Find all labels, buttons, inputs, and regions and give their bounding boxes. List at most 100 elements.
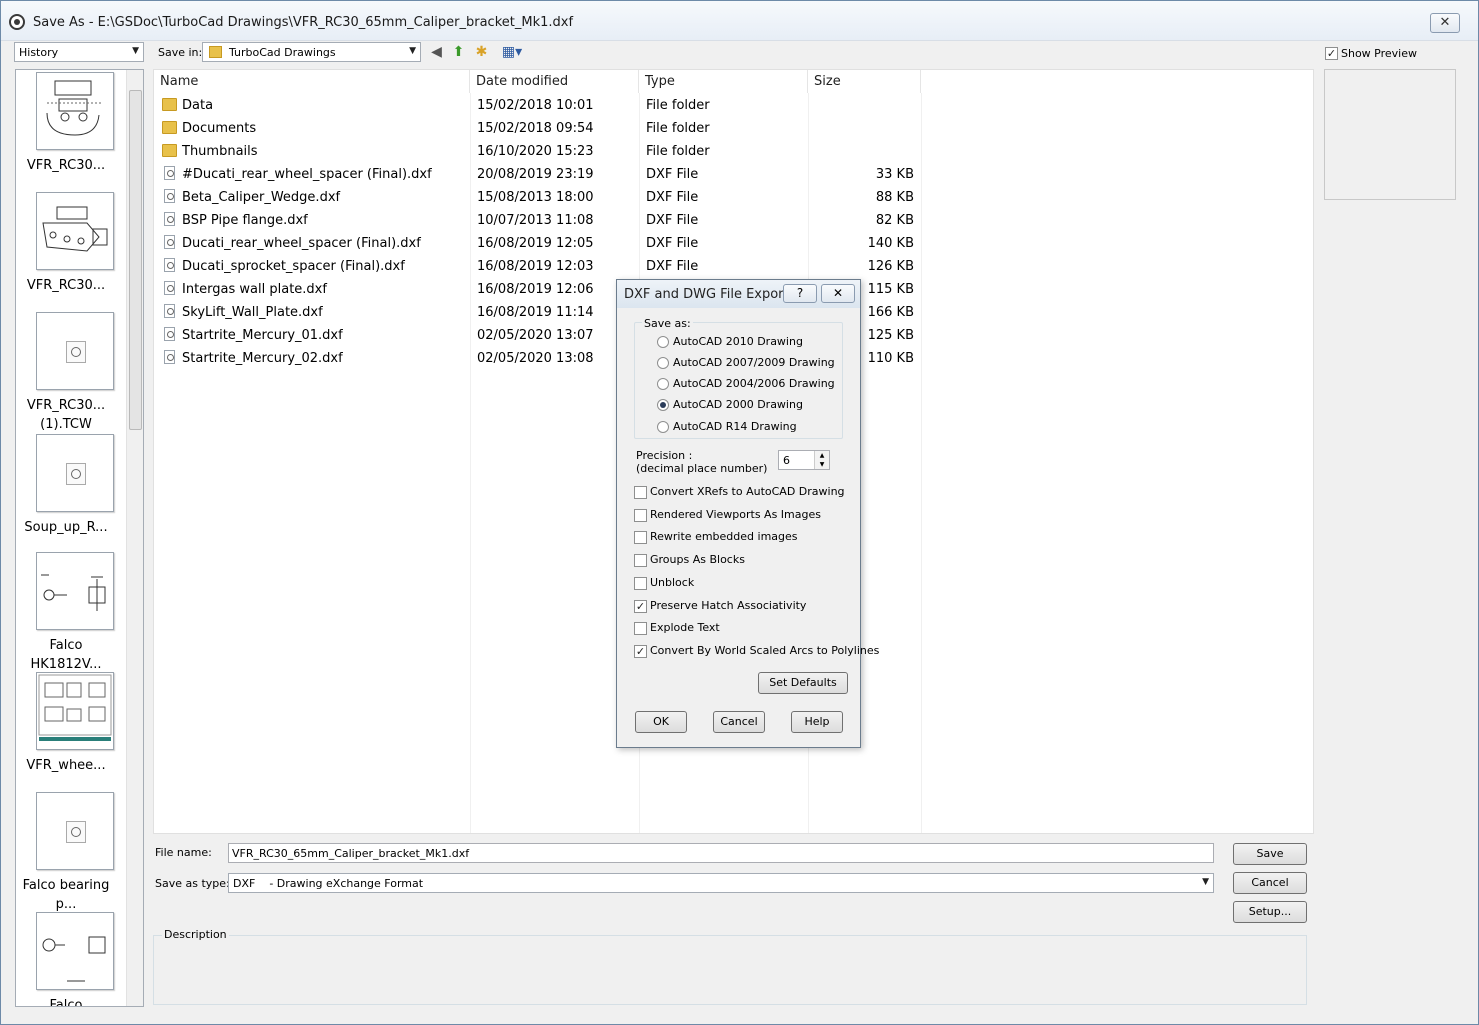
file-row[interactable]: Thumbnails 16/10/2020 15:23 File folder bbox=[154, 140, 924, 163]
checkbox-label: Explode Text bbox=[650, 621, 720, 634]
history-combo[interactable]: History ▼ bbox=[14, 42, 144, 62]
checkbox-groups-as-blocks[interactable] bbox=[634, 554, 647, 567]
file-type: DXF File bbox=[646, 213, 699, 228]
dxf-file-icon bbox=[164, 235, 175, 249]
view-menu-icon[interactable]: ▦▾ bbox=[498, 44, 526, 61]
generic-file-icon bbox=[66, 341, 86, 363]
dxf-file-icon bbox=[164, 350, 175, 364]
drawing-thumbnail bbox=[36, 912, 114, 990]
dxf-file-icon bbox=[164, 327, 175, 341]
checkbox-unblock[interactable] bbox=[634, 577, 647, 590]
file-row[interactable]: Data 15/02/2018 10:01 File folder bbox=[154, 94, 924, 117]
radio-autocad-2007[interactable] bbox=[657, 357, 669, 369]
file-name: Ducati_sprocket_spacer (Final).dxf bbox=[182, 259, 405, 274]
radio-label: AutoCAD R14 Drawing bbox=[673, 420, 797, 433]
radio-autocad-2004[interactable] bbox=[657, 378, 669, 390]
checkbox-convert-arcs[interactable]: ✓ bbox=[634, 645, 647, 658]
file-type: File folder bbox=[646, 144, 710, 159]
help-button[interactable]: Help bbox=[791, 711, 843, 733]
file-row[interactable]: Ducati_sprocket_spacer (Final).dxf 16/08… bbox=[154, 255, 924, 278]
file-size: 115 KB bbox=[867, 282, 914, 297]
checkbox-preserve-hatch[interactable]: ✓ bbox=[634, 600, 647, 613]
file-name: Thumbnails bbox=[182, 144, 258, 159]
turbocad-app-icon bbox=[9, 14, 25, 30]
checkbox-convert-xrefs[interactable] bbox=[634, 486, 647, 499]
set-defaults-button[interactable]: Set Defaults bbox=[758, 672, 848, 694]
file-name-input[interactable]: VFR_RC30_65mm_Caliper_bracket_Mk1.dxf bbox=[228, 843, 1214, 863]
file-size: 125 KB bbox=[867, 328, 914, 343]
dialog-cancel-button[interactable]: Cancel bbox=[713, 711, 765, 733]
file-date: 15/02/2018 10:01 bbox=[477, 98, 594, 113]
ok-button[interactable]: OK bbox=[635, 711, 687, 733]
chevron-down-icon[interactable]: ▼ bbox=[814, 460, 829, 469]
drawing-thumbnail bbox=[36, 312, 114, 390]
file-name: Startrite_Mercury_02.dxf bbox=[182, 351, 343, 366]
file-name: BSP Pipe flange.dxf bbox=[182, 213, 308, 228]
close-icon[interactable]: ✕ bbox=[821, 284, 855, 303]
column-header-name[interactable]: Name bbox=[154, 70, 470, 93]
file-size: 33 KB bbox=[875, 167, 914, 182]
history-item-label: Falco bbox=[49, 998, 83, 1007]
file-row[interactable]: Beta_Caliper_Wedge.dxf 15/08/2013 18:00 … bbox=[154, 186, 924, 209]
description-label: Description bbox=[162, 928, 229, 941]
drawing-thumbnail bbox=[36, 192, 114, 270]
precision-sublabel: (decimal place number) bbox=[636, 462, 768, 475]
history-panel[interactable]: VFR_RC30... VFR_RC30... VFR_RC30... (1).… bbox=[15, 69, 144, 1007]
back-icon[interactable]: ◀ bbox=[428, 44, 445, 61]
dxf-file-icon bbox=[164, 281, 175, 295]
cad-drawing-icon bbox=[41, 574, 106, 611]
file-row[interactable]: Documents 15/02/2018 09:54 File folder bbox=[154, 117, 924, 140]
file-type: DXF File bbox=[646, 167, 699, 182]
radio-autocad-2000[interactable] bbox=[657, 399, 669, 411]
save-button[interactable]: Save bbox=[1233, 843, 1307, 865]
history-scrollbar[interactable] bbox=[126, 70, 143, 1006]
chevron-down-icon: ▼ bbox=[1202, 877, 1209, 887]
generic-file-icon bbox=[66, 463, 86, 485]
chevron-up-icon[interactable]: ▲ bbox=[814, 451, 829, 460]
save-as-type-select[interactable]: DXF - Drawing eXchange Format ▼ bbox=[228, 873, 1214, 893]
radio-label: AutoCAD 2007/2009 Drawing bbox=[673, 356, 835, 369]
file-row[interactable]: #Ducati_rear_wheel_spacer (Final).dxf 20… bbox=[154, 163, 924, 186]
dialog-title: DXF and DWG File Export bbox=[624, 287, 789, 302]
radio-label: AutoCAD 2010 Drawing bbox=[673, 335, 803, 348]
checkbox-rendered-viewports[interactable] bbox=[634, 509, 647, 522]
checkbox-rewrite-images[interactable] bbox=[634, 531, 647, 544]
file-type: DXF File bbox=[646, 259, 699, 274]
history-item-label: VFR_RC30... bbox=[26, 278, 106, 293]
precision-stepper[interactable]: 6 ▲ ▼ bbox=[778, 450, 830, 470]
close-window-button[interactable]: ✕ bbox=[1430, 13, 1460, 33]
checkbox-label: Groups As Blocks bbox=[650, 553, 745, 566]
file-date: 02/05/2020 13:08 bbox=[477, 351, 594, 366]
show-preview-checkbox[interactable]: ✓ bbox=[1325, 47, 1338, 60]
file-date: 16/08/2019 11:14 bbox=[477, 305, 594, 320]
column-header-size[interactable]: Size bbox=[808, 70, 921, 93]
column-header-type[interactable]: Type bbox=[639, 70, 808, 93]
cad-drawing-icon bbox=[42, 936, 106, 982]
up-folder-icon[interactable]: ⬆ bbox=[450, 44, 467, 61]
save-in-combo[interactable]: TurboCad Drawings ▼ bbox=[202, 42, 421, 62]
file-date: 20/08/2019 23:19 bbox=[477, 167, 594, 182]
radio-autocad-2010[interactable] bbox=[657, 336, 669, 348]
file-name: #Ducati_rear_wheel_spacer (Final).dxf bbox=[182, 167, 432, 182]
description-group: Description bbox=[153, 928, 1307, 1005]
checkbox-label: Convert XRefs to AutoCAD Drawing bbox=[650, 485, 845, 498]
history-item-label: Soup_up_R... bbox=[24, 520, 108, 535]
file-row[interactable]: Ducati_rear_wheel_spacer (Final).dxf 16/… bbox=[154, 232, 924, 255]
checkbox-label: Unblock bbox=[650, 576, 695, 589]
file-size: 88 KB bbox=[875, 190, 914, 205]
folder-icon bbox=[209, 46, 222, 58]
column-header-date[interactable]: Date modified bbox=[470, 70, 639, 93]
setup-button[interactable]: Setup... bbox=[1233, 901, 1307, 923]
dxf-export-dialog: DXF and DWG File Export ? ✕ Save as: Aut… bbox=[616, 279, 879, 748]
file-row[interactable]: BSP Pipe flange.dxf 10/07/2013 11:08 DXF… bbox=[154, 209, 924, 232]
drawing-thumbnail bbox=[36, 792, 114, 870]
scrollbar-thumb[interactable] bbox=[129, 90, 142, 430]
help-icon[interactable]: ? bbox=[783, 284, 817, 303]
cancel-button[interactable]: Cancel bbox=[1233, 872, 1307, 894]
radio-autocad-r14[interactable] bbox=[657, 421, 669, 433]
checkbox-explode-text[interactable] bbox=[634, 622, 647, 635]
new-folder-icon[interactable]: ✱ bbox=[473, 44, 490, 61]
checkbox-label: Convert By World Scaled Arcs to Polyline… bbox=[650, 644, 880, 657]
file-name: Intergas wall plate.dxf bbox=[182, 282, 327, 297]
save-as-type-label: Save as type: bbox=[155, 877, 230, 890]
